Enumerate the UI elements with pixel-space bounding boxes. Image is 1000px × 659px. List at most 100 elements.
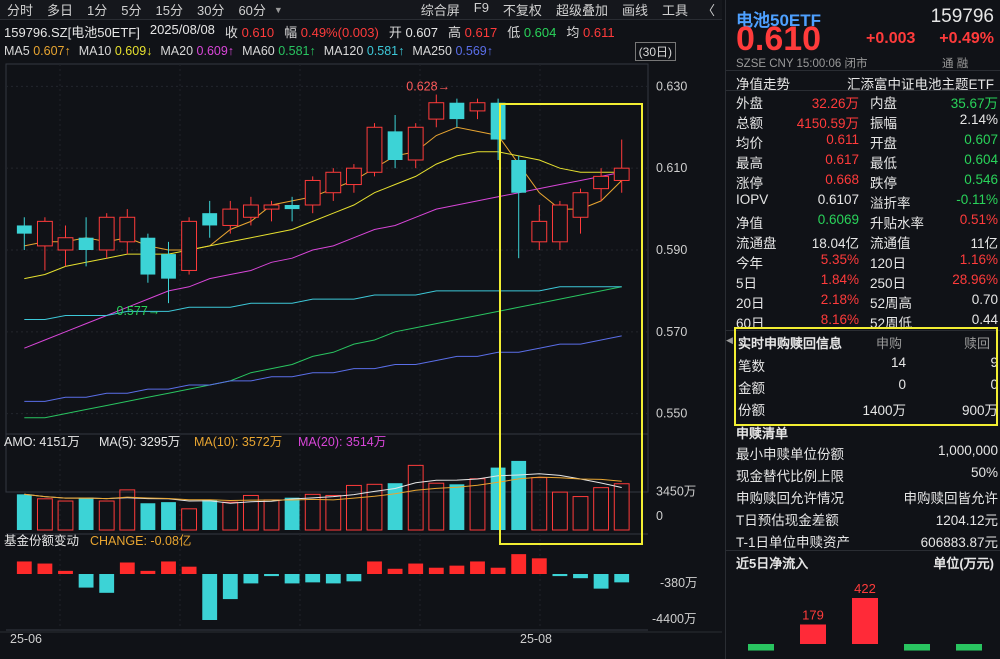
redeem-list-label: 现金替代比例上限 (736, 465, 844, 485)
ma120-legend: MA120 0.581↑ (324, 44, 405, 58)
stat-label: 内盘 (870, 92, 897, 112)
tab-1min[interactable]: 1分 (80, 0, 114, 19)
stat-row: 均价0.611开盘0.607 (736, 132, 994, 152)
share-change-bar (161, 561, 176, 574)
stat-value: 1.84% (821, 272, 859, 287)
candle-body (429, 103, 444, 119)
collapse-icon[interactable]: 〈 (695, 0, 722, 19)
redeem-list-value: 606883.87元 (921, 531, 998, 551)
tab-f9[interactable]: F9 (467, 0, 496, 19)
close-value: 0.610 (242, 25, 275, 40)
y-tick-label: 0.570 (656, 325, 687, 339)
amo-ma5-legend: MA(5): 3295万 (99, 435, 180, 449)
stat-row: IOPV0.6107溢折率-0.11% (736, 192, 994, 212)
stat-label: 52周低 (870, 312, 912, 332)
stat-label: IOPV (736, 192, 768, 207)
candle-body (367, 127, 382, 172)
subs-label: 笔数 (738, 355, 765, 375)
ma5-legend: MA5 0.607↑ (4, 44, 71, 58)
share-change-bar (408, 564, 423, 574)
expand-icon[interactable]: ◀ (726, 335, 733, 346)
stat-label: 60日 (736, 312, 765, 332)
tab-super-overlay[interactable]: 超级叠加 (549, 0, 615, 19)
redeem-list-value: 1204.12元 (936, 509, 998, 529)
stat-row: 涨停0.668跌停0.546 (736, 172, 994, 192)
tab-composite[interactable]: 综合屏 (414, 0, 467, 19)
divider (726, 550, 1000, 551)
amo-ma10-legend: MA(10): 3572万 (194, 435, 282, 449)
net-inflow-bar (852, 598, 878, 644)
stat-row: 5日1.84%250日28.96% (736, 272, 994, 292)
tab-multiday[interactable]: 多日 (40, 0, 80, 19)
main-panel-frame (6, 64, 648, 492)
stat-label: 溢折率 (870, 192, 911, 212)
redeem-list-value: 申购赎回皆允许 (904, 487, 999, 507)
avg-label: 均 (566, 25, 579, 40)
stat-label: 20日 (736, 292, 765, 312)
share-change-bar (388, 569, 403, 574)
volume-bar (573, 497, 588, 530)
share-change-bar (17, 561, 32, 574)
tab-30min[interactable]: 30分 (190, 0, 231, 19)
net-inflow-bar (956, 644, 982, 651)
stat-value: 11亿 (970, 232, 998, 252)
subs-value: 1400万 (862, 399, 906, 419)
candle-body (491, 103, 506, 140)
tab-15min[interactable]: 15分 (149, 0, 190, 19)
share-change-bar (491, 568, 506, 574)
volume-bar (161, 502, 176, 530)
candle-body (243, 205, 258, 217)
tab-60min[interactable]: 60分 (231, 0, 272, 19)
y-tick-label: 0.610 (656, 161, 687, 175)
share-change-bar (326, 574, 341, 583)
subs-value: 14 (891, 355, 906, 370)
candle-body (264, 205, 279, 209)
y-tick-label: 0.590 (656, 243, 687, 257)
subs-row: 笔数149 (736, 355, 994, 375)
tab-tools[interactable]: 工具 (655, 0, 695, 19)
subs-value: 900万 (962, 399, 998, 419)
high-value: 0.617 (465, 25, 498, 40)
volume-bar (388, 483, 403, 530)
stat-label: 250日 (870, 272, 906, 292)
share-change-value: CHANGE: -0.08亿 (90, 533, 191, 548)
volume-tick-label: 3450万 (656, 485, 696, 499)
share-change-legend: 基金份额变动 (4, 533, 79, 548)
volume-bar (552, 492, 567, 530)
stat-value: 1.16% (960, 252, 998, 267)
net-inflow-bar (800, 624, 826, 644)
stat-value: 0.607 (964, 132, 998, 147)
stat-label: 最高 (736, 152, 763, 172)
share-change-bar (470, 561, 485, 574)
candle-body (202, 213, 217, 225)
volume-bar (264, 500, 279, 530)
open-value: 0.607 (405, 25, 438, 40)
tab-timeshare[interactable]: 分时 (0, 0, 40, 19)
stat-label: 最低 (870, 152, 897, 172)
high-label: 高 (448, 25, 461, 40)
stat-value: 18.04亿 (812, 232, 859, 252)
volume-bar (120, 490, 135, 530)
period-range-select[interactable]: (30日) (635, 42, 676, 61)
tab-5min[interactable]: 5分 (114, 0, 148, 19)
volume-bar (470, 479, 485, 530)
stat-value: 0.617 (825, 152, 859, 167)
volume-bar (429, 483, 444, 530)
tab-no-adjust[interactable]: 不复权 (496, 0, 549, 19)
divider (726, 330, 1000, 331)
subs-redeem-title: 实时申购赎回信息 (738, 333, 842, 352)
stat-label: 流通盘 (736, 232, 777, 252)
candle-body (223, 209, 238, 225)
x-tick-label: 25-06 (10, 632, 42, 646)
stat-value: 2.14% (960, 112, 998, 127)
tab-draw-line[interactable]: 画线 (615, 0, 655, 19)
period-more-icon[interactable]: ▼ (274, 5, 283, 15)
stat-row: 流通盘18.04亿流通值11亿 (736, 232, 994, 252)
candle-body (58, 238, 73, 250)
candle-body (79, 238, 94, 250)
share-change-bar (429, 568, 444, 574)
candle-body (511, 160, 526, 193)
kline-chart-area: 0.6300.6100.5900.5700.5500.628→0.577→345… (0, 60, 722, 659)
stat-row: 最高0.617最低0.604 (736, 152, 994, 172)
stat-label: 外盘 (736, 92, 763, 112)
